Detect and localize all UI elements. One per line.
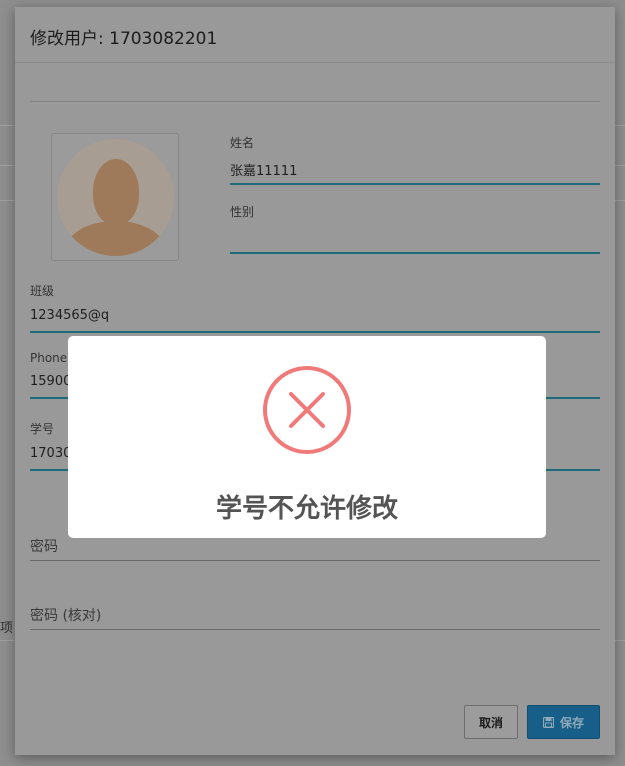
cancel-button[interactable]: 取消 xyxy=(464,705,518,739)
alert-message: 学号不允许修改 xyxy=(215,494,398,524)
password-confirm-underline xyxy=(30,629,600,630)
name-label: 姓名 xyxy=(230,136,255,150)
avatar-body-shape xyxy=(65,221,166,256)
name-underline xyxy=(230,183,600,185)
class-input[interactable]: 1234565@q xyxy=(30,308,600,325)
class-label: 班级 xyxy=(30,284,55,298)
password-input[interactable]: 密码 xyxy=(30,536,58,556)
gender-label: 性别 xyxy=(230,205,255,219)
avatar-head-shape xyxy=(93,159,139,225)
gender-field: 性别 xyxy=(230,203,600,254)
cancel-button-label: 取消 xyxy=(478,715,503,730)
avatar-frame[interactable] xyxy=(51,133,179,261)
divider xyxy=(30,101,600,102)
dialog-header: 修改用户: 1703082201 xyxy=(15,7,615,63)
alert-modal: 学号不允许修改 xyxy=(68,336,546,538)
background-text: 项 xyxy=(0,621,14,636)
save-icon xyxy=(542,716,554,728)
password-underline xyxy=(30,560,600,561)
name-field: 姓名 张嘉11111 xyxy=(230,134,600,185)
error-x-icon xyxy=(263,366,351,454)
save-button-label: 保存 xyxy=(559,715,584,730)
class-field: 班级 1234565@q xyxy=(30,282,600,333)
gender-underline xyxy=(230,252,600,254)
gender-input[interactable] xyxy=(230,229,600,246)
class-underline xyxy=(30,331,600,333)
avatar xyxy=(57,139,174,256)
dialog-title: 修改用户: 1703082201 xyxy=(30,29,218,49)
password-confirm-input[interactable]: 密码 (核对) xyxy=(30,605,101,625)
name-input[interactable]: 张嘉11111 xyxy=(230,160,600,179)
save-button[interactable]: 保存 xyxy=(527,705,600,739)
